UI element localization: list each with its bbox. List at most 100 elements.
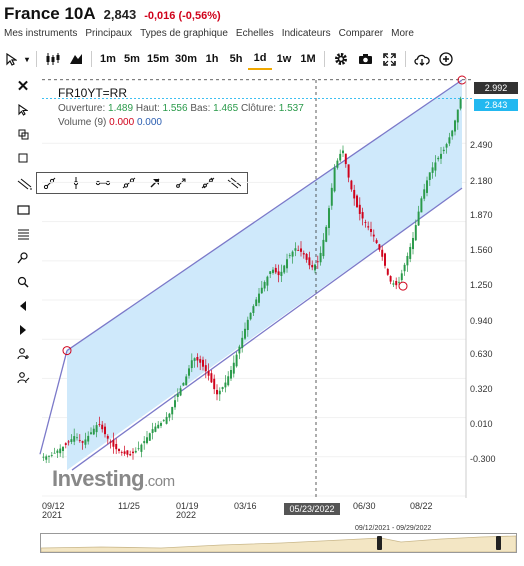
candle-body (132, 451, 134, 454)
candle-body (168, 413, 171, 418)
fibonacci-icon[interactable] (12, 224, 34, 244)
cloud-download-icon[interactable] (410, 48, 434, 70)
candle-body (372, 234, 375, 237)
y-tick-label: 0.320 (470, 384, 493, 394)
pointer-icon[interactable] (0, 48, 22, 70)
timeframe-1M[interactable]: 1M (296, 48, 320, 70)
brush-icon[interactable] (12, 248, 34, 268)
candle-body (437, 157, 440, 160)
vertical-line-icon[interactable] (66, 174, 86, 192)
menu-scales[interactable]: Echelles (232, 28, 278, 44)
timeframe-5h[interactable]: 5h (224, 48, 248, 70)
candle-body (134, 450, 137, 453)
regression-channel-fill (67, 80, 462, 471)
y-tick-label: 0.630 (470, 349, 493, 359)
candle-body (174, 400, 176, 408)
parallel-channel-icon[interactable] (198, 174, 218, 192)
ray-icon[interactable] (171, 174, 191, 192)
investing-logo: Investing.com (52, 466, 175, 491)
candle-body (325, 226, 328, 242)
candle-body (179, 388, 182, 396)
last-price: 2,843 (103, 7, 137, 22)
close-icon[interactable]: ✕ (12, 76, 34, 96)
area-chart-icon[interactable] (65, 48, 87, 70)
candle-body (336, 160, 339, 168)
horizontal-line-icon[interactable] (93, 174, 113, 192)
candle-body (120, 452, 123, 453)
candle-body (98, 423, 101, 425)
magnet-icon[interactable] (12, 320, 34, 340)
menu-compare[interactable]: Comparer (335, 28, 387, 44)
candle-body (277, 271, 280, 276)
chart-gridlines (42, 142, 466, 497)
camera-icon[interactable] (353, 48, 377, 70)
open-label: Ouverture: (58, 103, 106, 114)
candle-body (126, 450, 129, 455)
timeframe-1m[interactable]: 1m (96, 48, 120, 70)
timeframe-1h[interactable]: 1h (200, 48, 224, 70)
chevron-down-icon[interactable]: ▾ (22, 48, 32, 70)
candle-body (409, 246, 412, 259)
visibility-icon[interactable] (12, 368, 34, 388)
candle-body (454, 120, 456, 132)
cursor-date-badge: 05/23/2022 (284, 503, 340, 515)
candle-body (157, 424, 160, 429)
candle-body (417, 211, 420, 226)
timeframe-1d[interactable]: 1d (248, 48, 272, 70)
candle-body (104, 426, 106, 435)
menu-my-instruments[interactable]: Mes instruments (0, 28, 81, 44)
candle-body (367, 226, 370, 228)
candle-body (70, 439, 73, 442)
zoom-in-icon[interactable] (12, 148, 34, 168)
y-tick-label: 0.940 (470, 316, 493, 326)
candle-body (311, 265, 314, 268)
timeline-navigator[interactable] (40, 533, 517, 553)
crosshair-icon[interactable] (12, 124, 34, 144)
price-change: -0,016 (-0,56%) (144, 10, 221, 22)
candle-body (428, 172, 431, 180)
candle-body (90, 432, 92, 434)
divider (405, 51, 406, 67)
eraser-icon[interactable] (12, 296, 34, 316)
timeframe-1w[interactable]: 1w (272, 48, 296, 70)
menu-chart-types[interactable]: Types de graphique (136, 28, 232, 44)
candle-body (218, 390, 221, 395)
rectangle-icon[interactable] (12, 200, 34, 220)
fullscreen-icon[interactable] (377, 48, 401, 70)
zoom-out-icon[interactable] (12, 272, 34, 292)
candle-body (190, 360, 193, 369)
candle-body (280, 271, 283, 276)
candle-body (330, 187, 333, 206)
pointer-icon[interactable] (12, 100, 34, 120)
timeframe-5m[interactable]: 5m (120, 48, 144, 70)
timeframe-30m[interactable]: 30m (172, 48, 200, 70)
menu-indicators[interactable]: Indicateurs (278, 28, 335, 44)
navigator-left-handle[interactable] (377, 536, 382, 550)
volume-value-a: 0.000 (109, 117, 135, 128)
top-price-badge: 2.992 (474, 82, 518, 94)
trend-line-icon[interactable] (12, 174, 38, 194)
candlestick-chart-icon[interactable] (41, 48, 65, 70)
candle-body (414, 225, 417, 241)
extended-line-icon[interactable] (119, 174, 139, 192)
candle-body (392, 283, 395, 285)
x-tick-label: 01/19 2022 (176, 501, 199, 520)
trend-angle-icon[interactable] (224, 174, 244, 192)
timeframe-15m[interactable]: 15m (144, 48, 172, 70)
candle-body (185, 376, 188, 386)
candle-body (230, 369, 232, 379)
add-circle-icon[interactable] (434, 48, 458, 70)
y-tick-label: 1.560 (470, 245, 493, 255)
candle-body (350, 180, 353, 190)
menu-main[interactable]: Principaux (81, 28, 136, 44)
candle-body (314, 264, 316, 271)
line-tools-flyout (36, 172, 248, 194)
navigator-right-handle[interactable] (496, 536, 501, 550)
gear-icon[interactable] (329, 48, 353, 70)
lock-icon[interactable] (12, 344, 34, 364)
arrow-icon[interactable] (145, 174, 165, 192)
ray-line-icon[interactable] (40, 174, 60, 192)
menu-more[interactable]: More (387, 28, 418, 44)
divider (36, 51, 37, 67)
candle-body (364, 222, 367, 223)
